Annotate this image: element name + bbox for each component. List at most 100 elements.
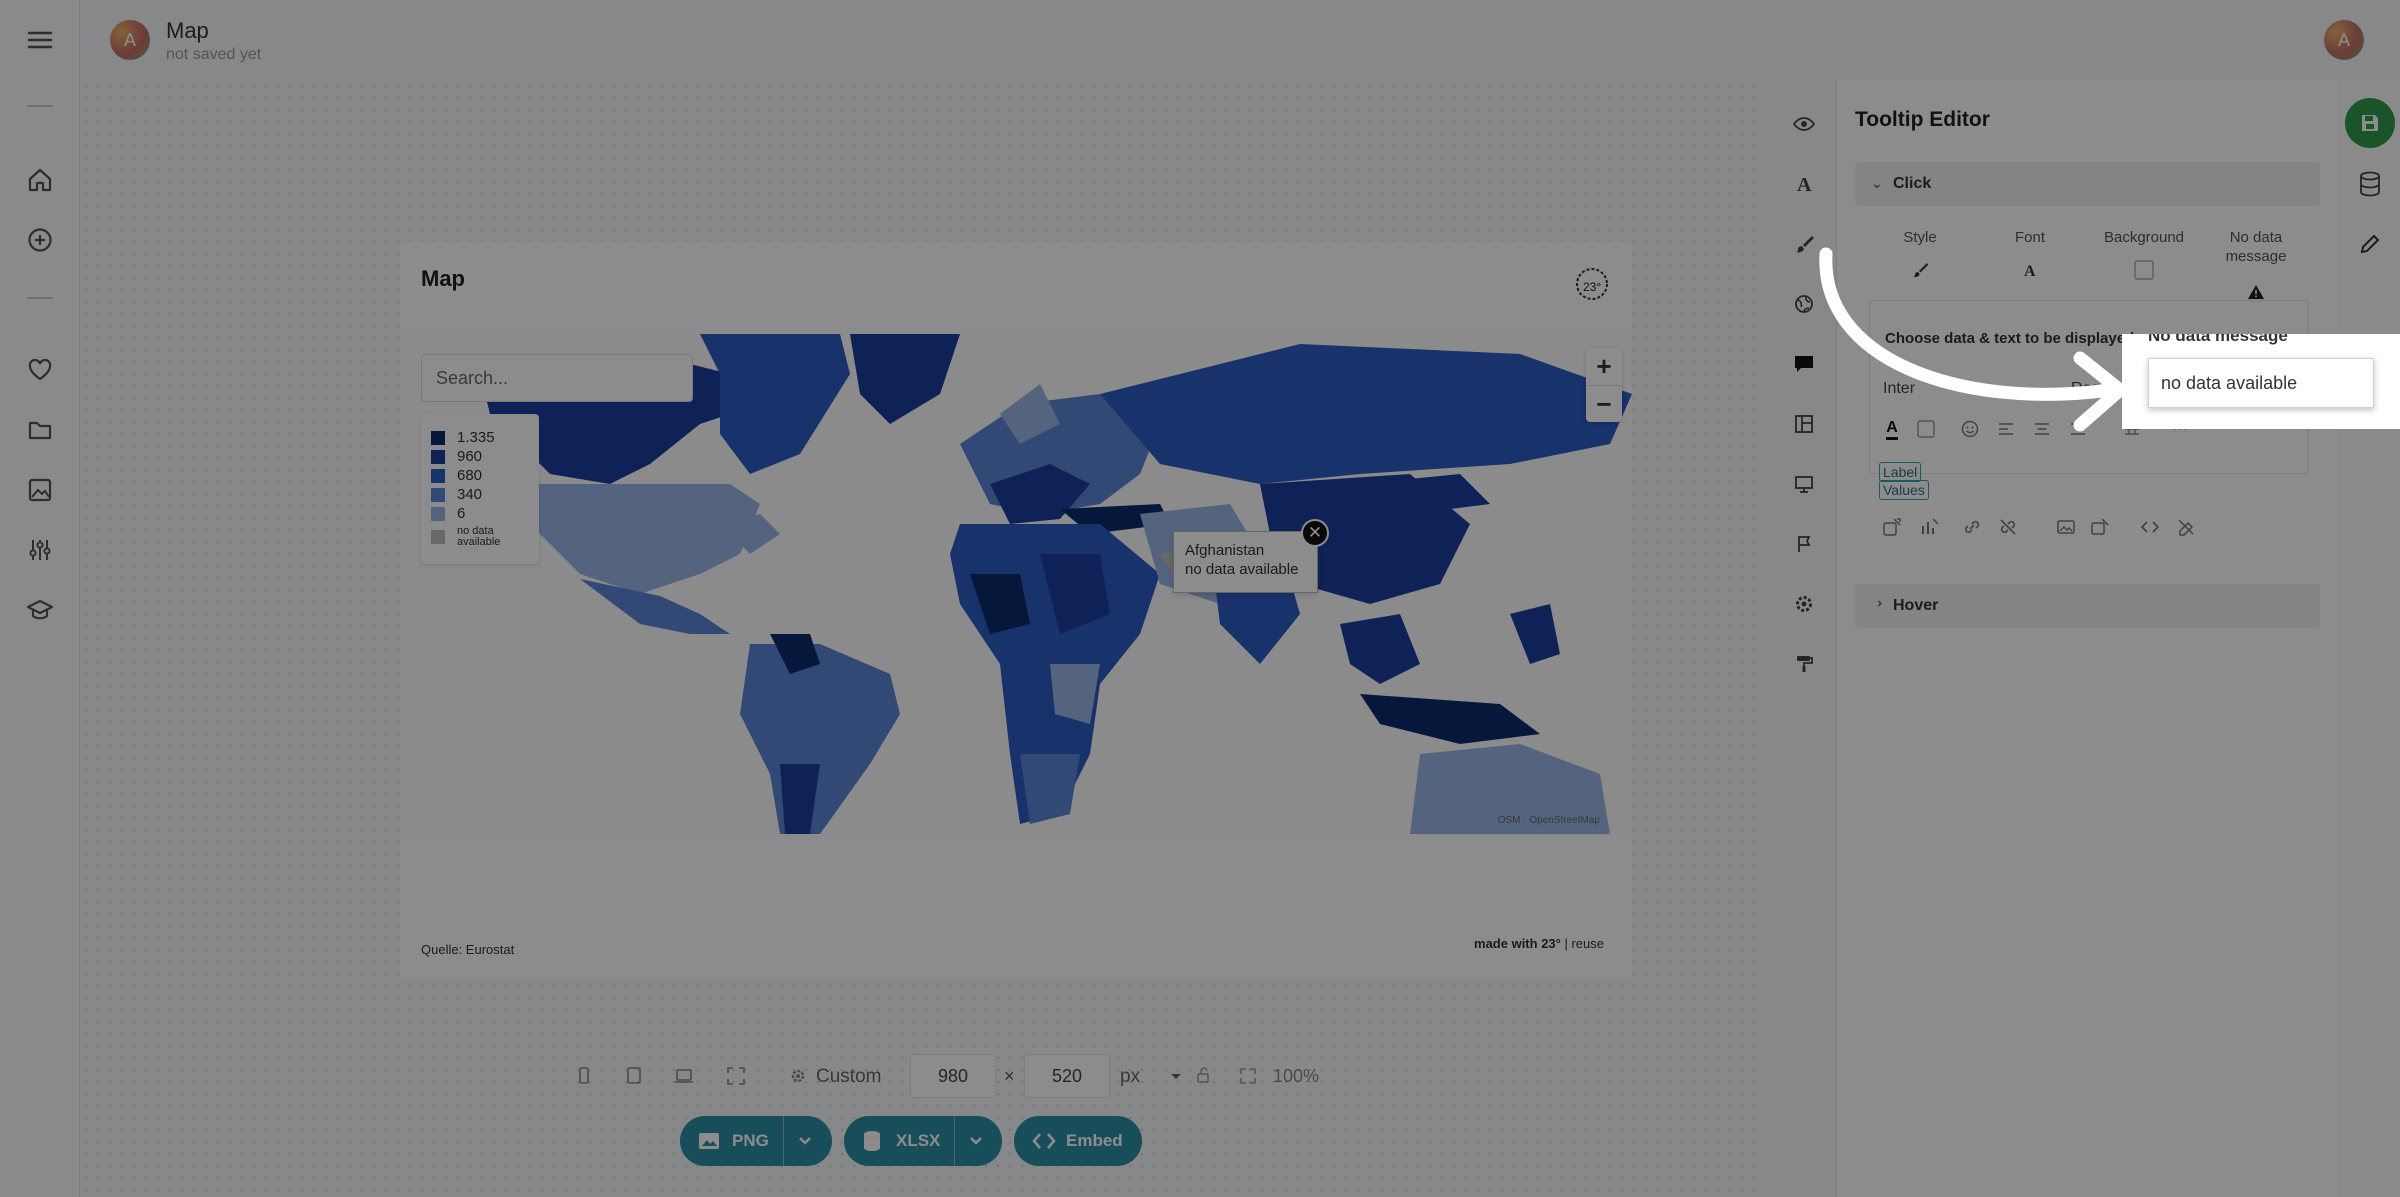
laptop-device-icon[interactable] [672,1064,696,1088]
chevron-down-icon[interactable] [1164,1064,1188,1088]
graduation-cap-icon[interactable] [24,594,56,626]
values-variable-chip[interactable]: Values [1879,480,1929,500]
fullscreen-icon[interactable] [724,1064,748,1088]
paint-roller-icon[interactable] [1786,646,1822,682]
map-search-input[interactable]: Search... [421,354,693,402]
legend-item: 6 [431,504,529,523]
align-right-icon[interactable] [2067,418,2089,440]
sliders-icon[interactable] [24,534,56,566]
emoji-icon[interactable] [1959,418,1981,440]
legend-item: 1.335 [431,428,529,447]
app-header: A Map not saved yet A [80,0,2400,80]
size-preset-select[interactable]: Custom [816,1066,881,1088]
link-icon[interactable] [1961,516,1983,538]
insert-variable-icon[interactable] [1881,516,1903,538]
globe-icon[interactable] [1786,286,1822,322]
tooltip-editor-panel: Tooltip Editor ⌄ Click Style Font A Back… [1836,80,2338,1197]
document-title[interactable]: Map [166,18,209,44]
hover-section-header[interactable]: ⌄ Hover [1855,584,2320,628]
save-button[interactable] [2345,98,2395,148]
text-format-icon[interactable]: A [2018,258,2042,282]
svg-text:23°: 23° [1583,280,1601,294]
code-icon[interactable] [2139,516,2161,538]
document-avatar: A [110,20,150,60]
code-icon [1032,1133,1056,1149]
made-with-credit[interactable]: made with 23° | reuse [1474,936,1604,951]
map-area[interactable]: Search... 1.335 960 680 340 6 no data av… [400,334,1632,834]
chevron-down-icon: ⌄ [1871,175,1883,191]
legend-item: 960 [431,447,529,466]
choose-data-label: Choose data & text to be displayed [1885,330,2135,347]
user-avatar[interactable]: A [2324,20,2364,60]
size-multiply-sign: × [1004,1066,1015,1086]
export-xlsx-button[interactable]: XLSX [844,1116,1002,1166]
mobile-device-icon[interactable] [572,1064,596,1088]
zoom-out-button[interactable]: − [1586,385,1622,422]
legend-item: no data available [431,523,529,551]
legend-item: 340 [431,485,529,504]
svg-text:A: A [2024,263,2036,278]
tablet-device-icon[interactable] [622,1064,646,1088]
font-option-label: Font [2014,229,2045,246]
map-title: Map [421,266,465,291]
svg-text:A: A [1797,174,1812,194]
folder-icon[interactable] [24,414,56,446]
align-left-icon[interactable] [1995,418,2017,440]
tooltip-country: Afghanistan [1185,542,1265,559]
gear-icon [786,1064,810,1088]
editor-canvas: Map 23° Search... 1.335 960 680 340 6 no… [80,80,1760,1197]
highlight-color-icon[interactable] [1915,418,1937,440]
align-center-icon[interactable] [2031,418,2053,440]
clear-format-icon[interactable] [2175,516,2197,538]
insert-image-icon[interactable] [2055,516,2077,538]
background-checkbox[interactable] [2132,258,2156,282]
font-family-select[interactable]: Inter [1883,380,1915,398]
size-toolbar: Custom 980 × 520 px 100% [560,1054,1320,1098]
export-png-button[interactable]: PNG [680,1116,832,1166]
label-variable-chip[interactable]: Label [1879,462,1922,482]
rail-divider [27,297,53,299]
layout-icon[interactable] [1786,406,1822,442]
database-icon[interactable] [2352,166,2388,202]
heart-icon[interactable] [24,354,56,386]
panel-title: Tooltip Editor [1855,108,1990,131]
image-icon[interactable] [24,474,56,506]
zoom-level: 100% [1273,1066,1320,1086]
presentation-icon[interactable] [1786,466,1822,502]
close-icon[interactable]: ✕ [1301,519,1329,547]
eye-icon[interactable] [1786,106,1822,142]
no-data-message-input[interactable]: no data available [2148,358,2374,408]
brand-logo-icon: 23° [1572,264,1612,304]
map-source: Quelle: Eurostat [421,942,515,957]
map-legend: 1.335 960 680 340 6 no data available [421,414,539,564]
brush-icon[interactable] [1908,258,1932,282]
map-attribution[interactable]: OSM · OpenStreetMap [1498,815,1600,826]
insert-media-icon[interactable] [2089,516,2111,538]
font-weight-select[interactable]: Regular [2071,380,2127,398]
click-section-header[interactable]: ⌄ Click [1855,162,2320,206]
settings-gear-icon[interactable] [1786,586,1822,622]
brush-icon[interactable] [1786,226,1822,262]
text-color-icon[interactable]: A [1881,418,1903,440]
zoom-in-button[interactable]: + [1586,348,1622,385]
map-visualization: Map 23° Search... 1.335 960 680 340 6 no… [400,242,1632,978]
database-icon [864,1131,880,1151]
menu-icon[interactable] [24,24,56,56]
world-map [480,334,1632,834]
insert-chart-icon[interactable] [1919,516,1941,538]
lock-ratio-icon[interactable] [1192,1064,1216,1088]
tooltip-value: no data available [1185,561,1299,578]
embed-button[interactable]: Embed [1014,1116,1142,1166]
image-icon [699,1133,719,1149]
unit-select[interactable]: px [1120,1066,1140,1088]
tooltip-chat-icon[interactable] [1786,346,1822,382]
unlink-icon[interactable] [1997,516,2019,538]
add-circle-icon[interactable] [24,224,56,256]
height-input[interactable]: 520 [1024,1054,1110,1098]
text-format-icon[interactable]: A [1786,166,1822,202]
width-input[interactable]: 980 [910,1054,996,1098]
zoom-fit-icon[interactable] [1236,1064,1260,1088]
flag-icon[interactable] [1786,526,1822,562]
home-icon[interactable] [24,164,56,196]
pencil-icon[interactable] [2352,226,2388,262]
